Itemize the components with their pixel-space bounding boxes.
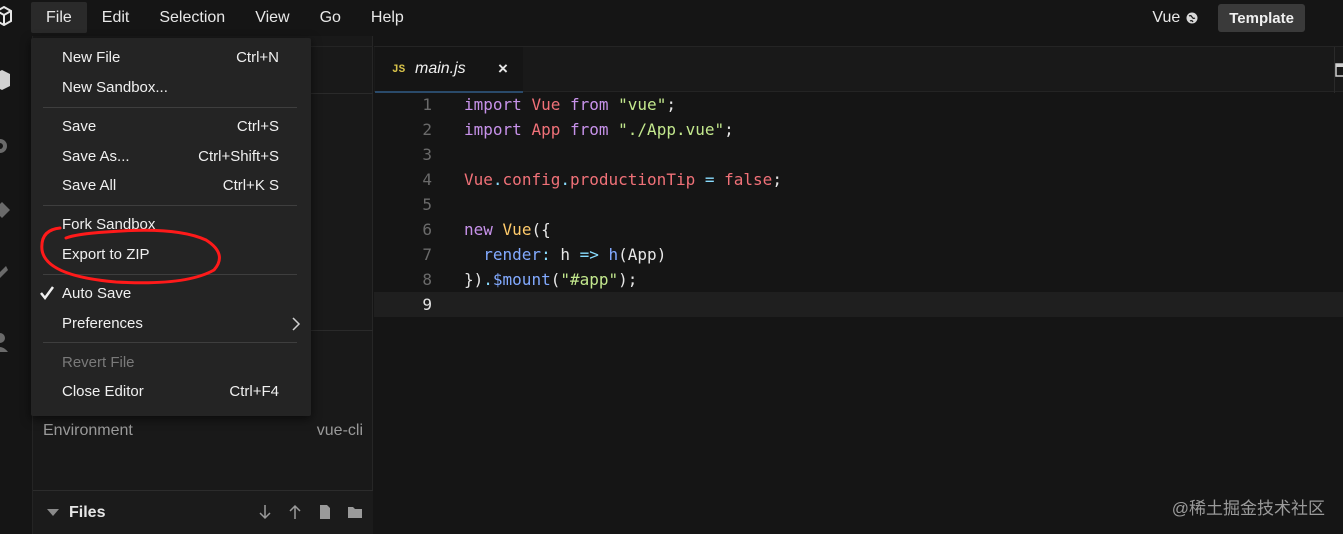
menu-item-label: Export to ZIP [62, 246, 150, 263]
line-code: import Vue from "vue"; [464, 95, 676, 114]
menu-separator [43, 274, 297, 275]
code-line: 7 render: h => h(App) [374, 242, 1343, 267]
gear-icon[interactable] [0, 134, 12, 158]
code-line: 2 import App from "./App.vue"; [374, 117, 1343, 142]
line-number: 6 [422, 220, 432, 239]
code-area[interactable]: 1 import Vue from "vue"; 2 import App fr… [374, 92, 1343, 532]
menu-item-save-as[interactable]: Save As... Ctrl+Shift+S [31, 143, 311, 171]
menu-item-shortcut: Ctrl+K S [222, 177, 279, 194]
editor-tabbar: JS main.js × [374, 46, 1343, 93]
menu-item-label: Save As... [62, 148, 130, 165]
menu-item-export-zip[interactable]: Export to ZIP [31, 241, 311, 269]
upload-icon[interactable] [287, 503, 303, 521]
menu-items: File Edit Selection View Go Help [31, 2, 419, 33]
line-number: 3 [422, 145, 432, 164]
environment-row: Environment vue-cli [33, 420, 373, 444]
files-label: Files [69, 504, 106, 521]
menu-separator [43, 205, 297, 206]
menu-separator [43, 342, 297, 343]
code-line: 5 [374, 192, 1343, 217]
line-number: 8 [422, 270, 432, 289]
menu-go[interactable]: Go [305, 2, 356, 33]
close-icon[interactable]: × [498, 59, 508, 79]
menu-item-shortcut: Ctrl+S [236, 118, 279, 135]
line-number: 1 [422, 95, 432, 114]
menubar-right: Vue Template [1152, 0, 1343, 36]
framework-label: Vue [1152, 9, 1181, 26]
menu-separator [43, 107, 297, 108]
new-file-icon[interactable] [317, 503, 333, 521]
new-folder-icon[interactable] [347, 503, 363, 521]
file-menu-dropdown: New File Ctrl+N New Sandbox... Save Ctrl… [31, 38, 311, 416]
line-number: 5 [422, 195, 432, 214]
menu-item-label: Save [62, 118, 97, 135]
code-line: 4 Vue.config.productionTip = false; [374, 167, 1343, 192]
menu-view[interactable]: View [240, 2, 304, 33]
menu-item-shortcut: Ctrl+F4 [229, 383, 279, 400]
menubar: File Edit Selection View Go Help Vue Tem… [0, 0, 1343, 36]
line-code: new Vue({ [464, 220, 551, 239]
line-code: Vue.config.productionTip = false; [464, 170, 782, 189]
rocket-icon[interactable] [0, 262, 12, 286]
watermark: @稀土掘金技术社区 [1171, 499, 1325, 518]
menu-item-label: Auto Save [62, 285, 132, 302]
code-line-current: 9 [374, 292, 1343, 317]
caret-down-icon[interactable] [47, 509, 59, 516]
split-editor-icon[interactable] [1335, 63, 1343, 77]
menu-item-new-file[interactable]: New File Ctrl+N [31, 44, 311, 72]
files-actions [257, 503, 363, 521]
code-line: 1 import Vue from "vue"; [374, 92, 1343, 117]
menu-item-label: New Sandbox... [62, 79, 168, 96]
codesandbox-logo-icon[interactable] [0, 6, 12, 26]
activity-bar [0, 36, 33, 534]
check-icon [40, 286, 55, 301]
menu-help[interactable]: Help [356, 2, 419, 33]
cube-icon[interactable] [0, 68, 12, 92]
menu-selection[interactable]: Selection [144, 2, 240, 33]
menu-item-shortcut: Ctrl+N [236, 49, 279, 66]
menu-item-label: Preferences [62, 315, 143, 332]
code-line: 8 }).$mount("#app"); [374, 267, 1343, 292]
menu-item-label: New File [62, 49, 121, 66]
menu-item-label: Revert File [62, 354, 135, 371]
code-line: 6 new Vue({ [374, 217, 1343, 242]
menu-item-new-sandbox[interactable]: New Sandbox... [31, 74, 311, 102]
user-icon[interactable] [0, 330, 12, 354]
git-icon[interactable] [0, 198, 12, 222]
menu-item-label: Save All [62, 177, 117, 194]
tab-main-js[interactable]: JS main.js × [375, 47, 523, 93]
menu-item-shortcut: Ctrl+Shift+S [198, 148, 279, 165]
environment-value: vue-cli [316, 422, 363, 439]
menu-item-preferences[interactable]: Preferences [31, 310, 311, 338]
globe-icon[interactable] [1186, 12, 1198, 24]
code-line: 3 [374, 142, 1343, 167]
template-button[interactable]: Template [1218, 4, 1305, 32]
menu-item-fork-sandbox[interactable]: Fork Sandbox [31, 211, 311, 239]
menu-item-save-all[interactable]: Save All Ctrl+K S [31, 172, 311, 200]
editor: JS main.js × 1 import Vue from "vue"; 2 … [374, 36, 1343, 534]
files-section-header[interactable]: Files [33, 491, 373, 534]
menu-edit[interactable]: Edit [87, 2, 145, 33]
menu-file[interactable]: File [31, 2, 87, 33]
line-code: }).$mount("#app"); [464, 270, 638, 289]
download-icon[interactable] [257, 503, 273, 521]
menu-item-close-editor[interactable]: Close Editor Ctrl+F4 [31, 378, 311, 406]
chevron-right-icon [292, 317, 301, 331]
menu-item-auto-save[interactable]: Auto Save [31, 280, 311, 308]
line-number: 9 [422, 295, 432, 314]
line-number: 2 [422, 120, 432, 139]
line-code: render: h => h(App) [483, 245, 667, 264]
line-code: import App from "./App.vue"; [464, 120, 734, 139]
menu-item-label: Fork Sandbox [62, 216, 156, 233]
line-number: 7 [422, 245, 432, 264]
line-number: 4 [422, 170, 432, 189]
tab-label: main.js [415, 60, 466, 77]
menu-item-revert-file: Revert File [31, 349, 311, 377]
js-file-icon: JS [392, 64, 406, 76]
menu-item-label: Close Editor [62, 383, 144, 400]
menu-item-save[interactable]: Save Ctrl+S [31, 113, 311, 141]
environment-label: Environment [43, 422, 133, 439]
